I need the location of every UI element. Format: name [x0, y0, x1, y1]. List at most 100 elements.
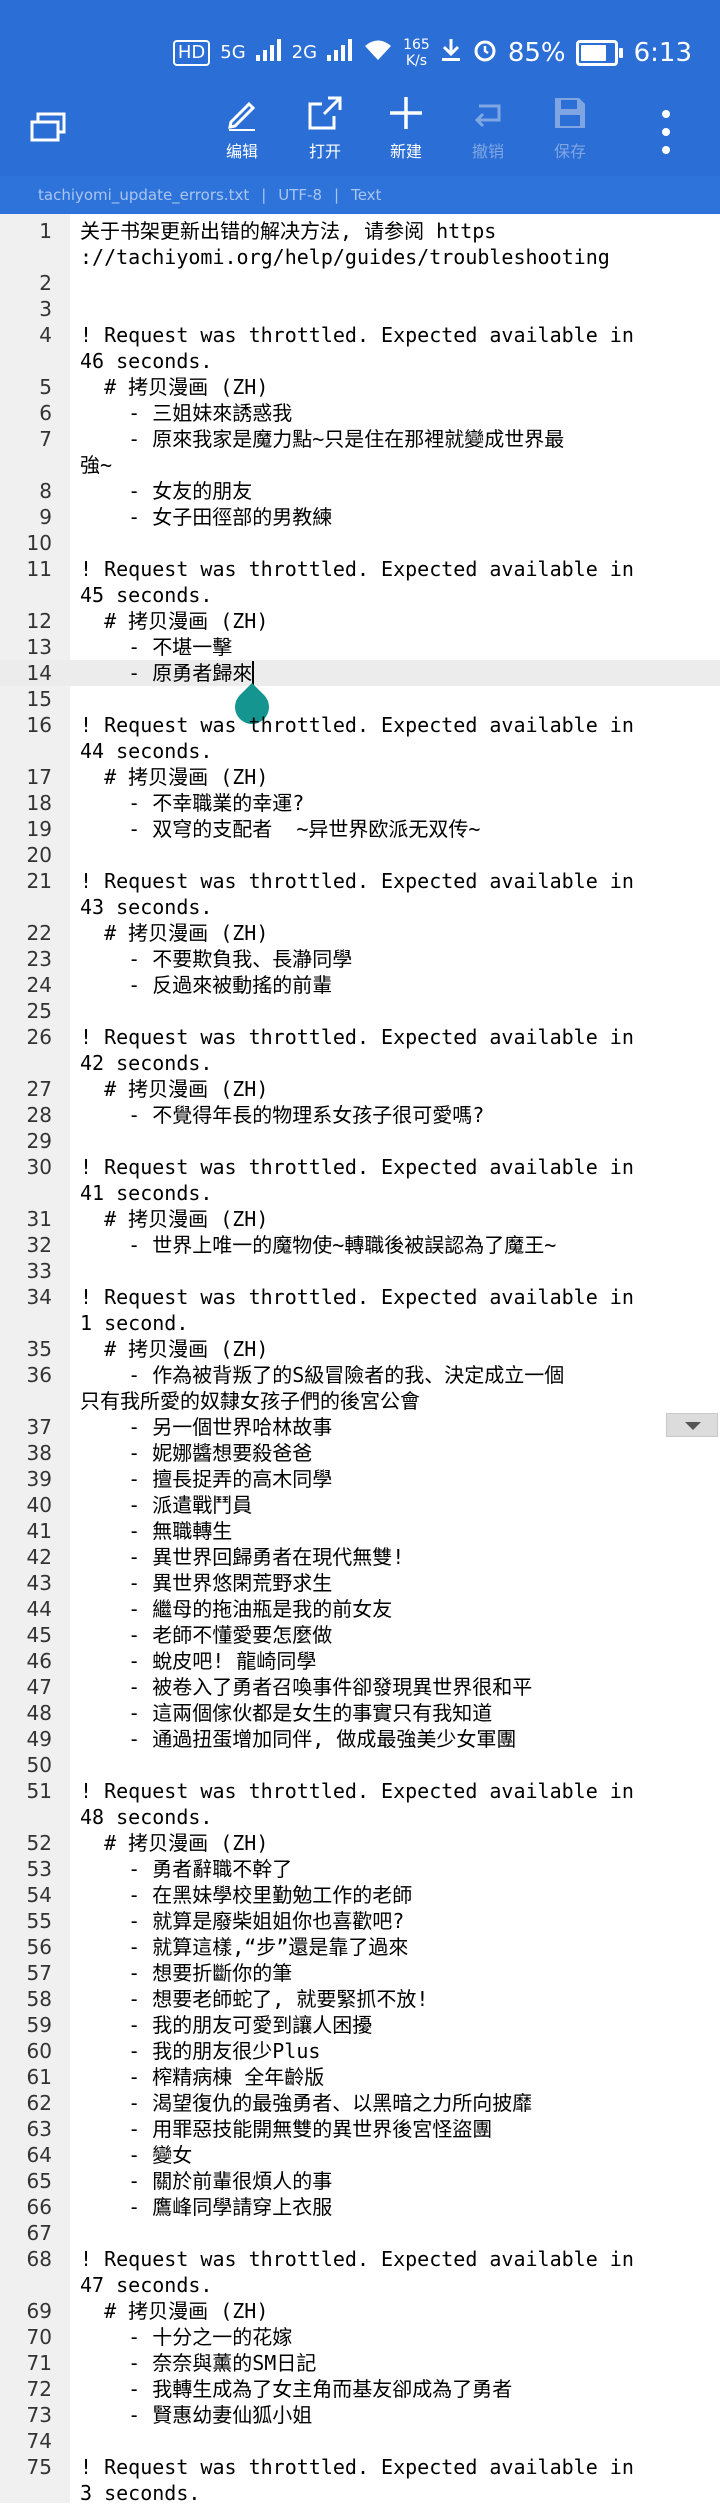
line-number: 64 [26, 2143, 52, 2167]
editor-line[interactable]: ! Request was throttled. Expected availa… [80, 2246, 710, 2298]
editor-line[interactable]: - 繼母的拖油瓶是我的前女友 [80, 1596, 710, 1622]
editor-line[interactable]: ! Request was throttled. Expected availa… [80, 322, 710, 374]
editor-line[interactable]: - 異世界悠閑荒野求生 [80, 1570, 710, 1596]
editor-line[interactable]: - 就算這樣,“步”還是靠了過來 [80, 1934, 710, 1960]
editor-line[interactable]: - 擅長捉弄的高木同學 [80, 1466, 710, 1492]
save-label: 保存 [553, 142, 586, 161]
editor-line[interactable]: - 另一個世界哈林故事 [80, 1414, 710, 1440]
line-number: 8 [39, 479, 52, 503]
undo-label: 撤销 [471, 142, 504, 161]
signal-1-icon [255, 38, 282, 68]
line-number: 29 [26, 1129, 52, 1153]
open-button[interactable]: 打开 [289, 94, 361, 170]
editor-line[interactable]: # 拷贝漫画 (ZH) [80, 1336, 710, 1362]
edit-button[interactable]: 编辑 [206, 94, 278, 170]
line-number: 17 [26, 765, 52, 789]
editor-line[interactable]: # 拷贝漫画 (ZH) [80, 920, 710, 946]
download-icon [440, 37, 462, 70]
editor-line[interactable]: - 榨精病棟 全年齡版 [80, 2064, 710, 2090]
editor-line[interactable]: - 女子田徑部的男教練 [80, 504, 710, 530]
text-cursor [252, 661, 255, 685]
editor-line[interactable]: ! Request was throttled. Expected availa… [80, 868, 710, 920]
line-number: 34 [26, 1285, 52, 1309]
line-number: 75 [26, 2455, 52, 2479]
editor-line[interactable]: - 賢惠幼妻仙狐小姐 [80, 2402, 710, 2428]
editor-line[interactable]: ! Request was throttled. Expected availa… [80, 1154, 710, 1206]
line-number: 21 [26, 869, 52, 893]
editor-line[interactable]: - 想要折斷你的筆 [80, 1960, 710, 1986]
editor-line[interactable]: - 異世界回歸勇者在現代無雙! [80, 1544, 710, 1570]
editor-line[interactable]: 关于书架更新出错的解决方法, 请参阅 https ://tachiyomi.or… [80, 218, 710, 270]
editor-line[interactable]: - 老師不懂愛要怎麼做 [80, 1622, 710, 1648]
editor-line[interactable]: - 女友的朋友 [80, 478, 710, 504]
editor-line[interactable]: ! Request was throttled. Expected availa… [80, 712, 710, 764]
editor-line[interactable]: - 通過扭蛋增加同伴, 做成最強美少女軍團 [80, 1726, 710, 1752]
editor-line[interactable]: - 勇者辭職不幹了 [80, 1856, 710, 1882]
line-number: 73 [26, 2403, 52, 2427]
editor-line[interactable]: - 不要欺負我、長瀞同學 [80, 946, 710, 972]
line-number: 44 [26, 1597, 52, 1621]
editor-line[interactable]: - 用罪惡技能開無雙的異世界後宮怪盜團 [80, 2116, 710, 2142]
editor-line[interactable]: - 無職轉生 [80, 1518, 710, 1544]
line-number: 48 [26, 1701, 52, 1725]
editor-line[interactable]: - 不幸職業的幸運? [80, 790, 710, 816]
new-button[interactable]: 新建 [370, 94, 442, 170]
more-options-icon[interactable] [658, 110, 674, 154]
editor-line[interactable]: ! Request was throttled. Expected availa… [80, 1284, 710, 1336]
editor-line[interactable]: # 拷贝漫画 (ZH) [80, 608, 710, 634]
editor-line[interactable]: - 想要老師蛇了, 就要緊抓不放! [80, 1986, 710, 2012]
editor-line[interactable]: ! Request was throttled. Expected availa… [80, 556, 710, 608]
line-number: 46 [26, 1649, 52, 1673]
editor-line[interactable]: - 原來我家是魔力點~只是住在那裡就變成世界最 強~ [80, 426, 710, 478]
editor-line[interactable]: - 双穹的支配者 ~异世界欧派无双传~ [80, 816, 710, 842]
editor-line[interactable]: # 拷贝漫画 (ZH) [80, 374, 710, 400]
editor-line[interactable]: - 就算是廢柴姐姐你也喜歡吧? [80, 1908, 710, 1934]
editor-line[interactable]: - 在黑妹學校里勤勉工作的老師 [80, 1882, 710, 1908]
editor-line[interactable]: - 不堪一擊 [80, 634, 710, 660]
editor-line[interactable]: - 原勇者歸來 [80, 660, 710, 686]
editor-line[interactable]: - 變女 [80, 2142, 710, 2168]
editor-line[interactable]: - 我轉生成為了女主角而基友卻成為了勇者 [80, 2376, 710, 2402]
editor-line[interactable]: - 作為被背叛了的S級冒險者的我、決定成立一個 只有我所愛的奴隸女孩子們的後宮公… [80, 1362, 710, 1414]
editor-line[interactable]: - 三姐妹來誘惑我 [80, 400, 710, 426]
floppy-disk-icon [555, 98, 585, 128]
editor-line[interactable]: ! Request was throttled. Expected availa… [80, 1024, 710, 1076]
undo-button[interactable]: 撤销 [452, 94, 524, 170]
editor-line[interactable]: - 世界上唯一的魔物使~轉職後被誤認為了魔王~ [80, 1232, 710, 1258]
editor-line[interactable]: # 拷贝漫画 (ZH) [80, 1830, 710, 1856]
editor-line[interactable]: - 關於前輩很煩人的事 [80, 2168, 710, 2194]
line-number: 24 [26, 973, 52, 997]
line-number: 55 [26, 1909, 52, 1933]
fast-scroll-handle[interactable] [666, 1413, 718, 1437]
app-windows-icon[interactable] [28, 112, 68, 148]
text-editor[interactable]: 1 关于书架更新出错的解决方法, 请参阅 https ://tachiyomi.o… [0, 214, 720, 2506]
line-number: 69 [26, 2299, 52, 2323]
editor-line[interactable]: # 拷贝漫画 (ZH) [80, 1206, 710, 1232]
save-button[interactable]: 保存 [534, 94, 606, 170]
editor-line[interactable]: - 奈奈與薰的SM日記 [80, 2350, 710, 2376]
network-speed: 165 K/s [403, 37, 430, 69]
editor-line[interactable]: - 蛻皮吧! 龍崎同學 [80, 1648, 710, 1674]
editor-line[interactable]: - 反過來被動搖的前輩 [80, 972, 710, 998]
editor-line[interactable]: - 不覺得年長的物理系女孩子很可愛嗎? [80, 1102, 710, 1128]
line-number: 45 [26, 1623, 52, 1647]
status-icons: HD 5G 2G 165 K/s 85% 6:13 [172, 30, 692, 76]
editor-line[interactable]: - 妮娜醬想要殺爸爸 [80, 1440, 710, 1466]
line-number: 25 [26, 999, 52, 1023]
editor-line[interactable]: # 拷贝漫画 (ZH) [80, 1076, 710, 1102]
editor-line[interactable]: - 十分之一的花嫁 [80, 2324, 710, 2350]
editor-line[interactable]: - 這兩個傢伙都是女生的事實只有我知道 [80, 1700, 710, 1726]
editor-line[interactable]: - 我的朋友可愛到讓人困擾 [80, 2012, 710, 2038]
line-number: 68 [26, 2247, 52, 2271]
editor-line[interactable]: - 鷹峰同學請穿上衣服 [80, 2194, 710, 2220]
editor-line[interactable]: ! Request was throttled. Expected availa… [80, 2454, 710, 2506]
editor-line[interactable]: ! Request was throttled. Expected availa… [80, 1778, 710, 1830]
editor-line[interactable]: - 被卷入了勇者召喚事件卻發現異世界很和平 [80, 1674, 710, 1700]
editor-line[interactable]: - 渴望復仇的最強勇者、以黑暗之力所向披靡 [80, 2090, 710, 2116]
editor-line[interactable]: # 拷贝漫画 (ZH) [80, 764, 710, 790]
editor-line[interactable]: - 派遣戰鬥員 [80, 1492, 710, 1518]
editor-line[interactable]: # 拷贝漫画 (ZH) [80, 2298, 710, 2324]
editor-line[interactable]: - 我的朋友很少Plus [80, 2038, 710, 2064]
line-number: 6 [39, 401, 52, 425]
plus-icon [390, 97, 422, 129]
